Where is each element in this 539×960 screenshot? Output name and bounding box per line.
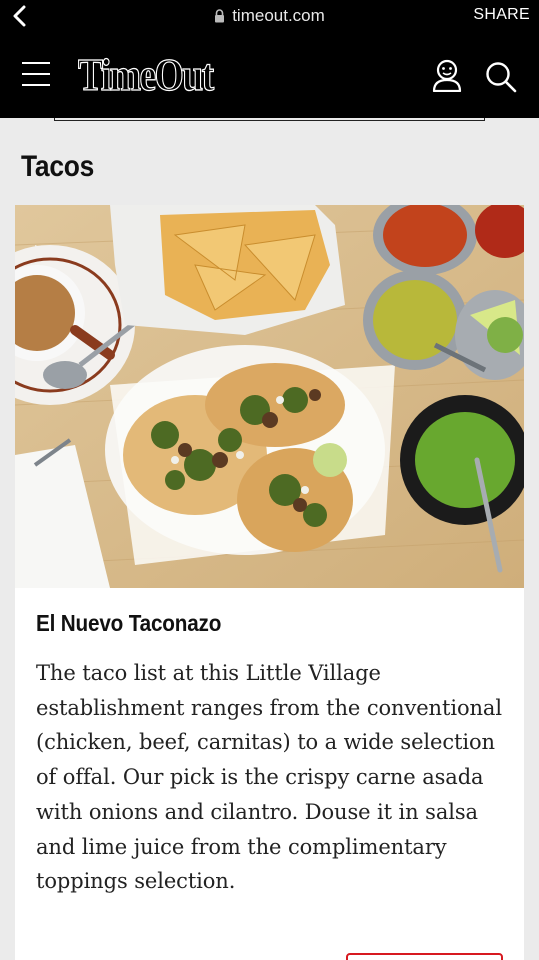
site-header: TimeOut (0, 34, 539, 118)
timeout-logo[interactable]: TimeOut (77, 48, 214, 102)
venue-card: El Nuevo Taconazo The taco list at this … (15, 205, 524, 960)
url-text: timeout.com (232, 6, 325, 25)
share-button[interactable]: SHARE (473, 6, 530, 24)
venue-description: The taco list at this Little Village est… (36, 661, 502, 894)
search-icon[interactable] (484, 60, 518, 94)
section-title: Tacos (21, 150, 95, 183)
lock-icon (215, 9, 225, 23)
card-action-button[interactable] (346, 953, 503, 960)
hamburger-menu-icon[interactable] (22, 62, 50, 86)
ad-frame-edge (54, 118, 485, 121)
venue-title[interactable]: El Nuevo Taconazo (36, 610, 221, 637)
browser-url-bar: timeout.com SHARE (0, 0, 539, 34)
user-icon[interactable] (432, 58, 462, 92)
url-field[interactable]: timeout.com (0, 6, 539, 26)
tacos-photo[interactable] (15, 205, 524, 588)
